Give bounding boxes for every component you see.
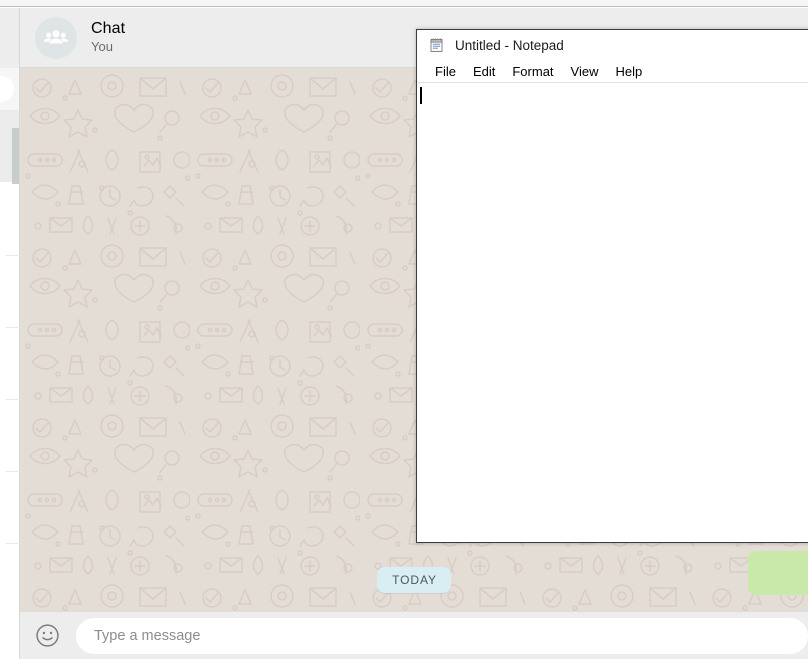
notepad-icon (430, 38, 443, 52)
notepad-text-area[interactable] (417, 82, 808, 542)
menu-item-format[interactable]: Format (504, 62, 562, 81)
date-divider: TODAY (20, 567, 808, 593)
text-caret (420, 87, 422, 104)
date-pill-label: TODAY (377, 567, 451, 593)
sidebar-chat-item-separator (6, 543, 20, 544)
notepad-window[interactable]: Untitled - Notepad File Edit Format View… (416, 29, 808, 543)
message-input[interactable] (76, 617, 808, 654)
chat-header-text: Chat You (91, 20, 125, 55)
sidebar-chat-item-separator (6, 327, 20, 328)
menu-item-help[interactable]: Help (607, 62, 651, 81)
notepad-menubar[interactable]: File Edit Format View Help (417, 60, 808, 82)
sidebar-chat-item-separator (6, 399, 20, 400)
sidebar-scrollbar-thumb[interactable] (12, 128, 19, 184)
sidebar-chat-item-separator (6, 255, 20, 256)
window-top-strip (0, 0, 808, 7)
chat-subtitle: You (91, 39, 113, 55)
sidebar-search-input[interactable] (0, 76, 14, 102)
menu-item-file[interactable]: File (427, 62, 465, 81)
menu-item-edit[interactable]: Edit (465, 62, 504, 81)
sidebar-chat-item-separator (6, 471, 20, 472)
screen: Chat You TODAY Type a message Untitled -… (0, 0, 808, 659)
chat-compose-bar (20, 611, 808, 659)
notepad-titlebar[interactable]: Untitled - Notepad (417, 30, 808, 60)
menu-item-view[interactable]: View (563, 62, 608, 81)
group-avatar-icon[interactable] (35, 16, 77, 59)
notepad-title: Untitled - Notepad (455, 37, 564, 53)
sidebar-search-bar[interactable] (0, 68, 20, 110)
smiley-icon[interactable] (34, 622, 61, 649)
chat-title: Chat (91, 19, 126, 37)
sidebar-chat-list[interactable] (0, 110, 20, 659)
sidebar-header (0, 8, 20, 68)
sidebar (0, 8, 20, 659)
